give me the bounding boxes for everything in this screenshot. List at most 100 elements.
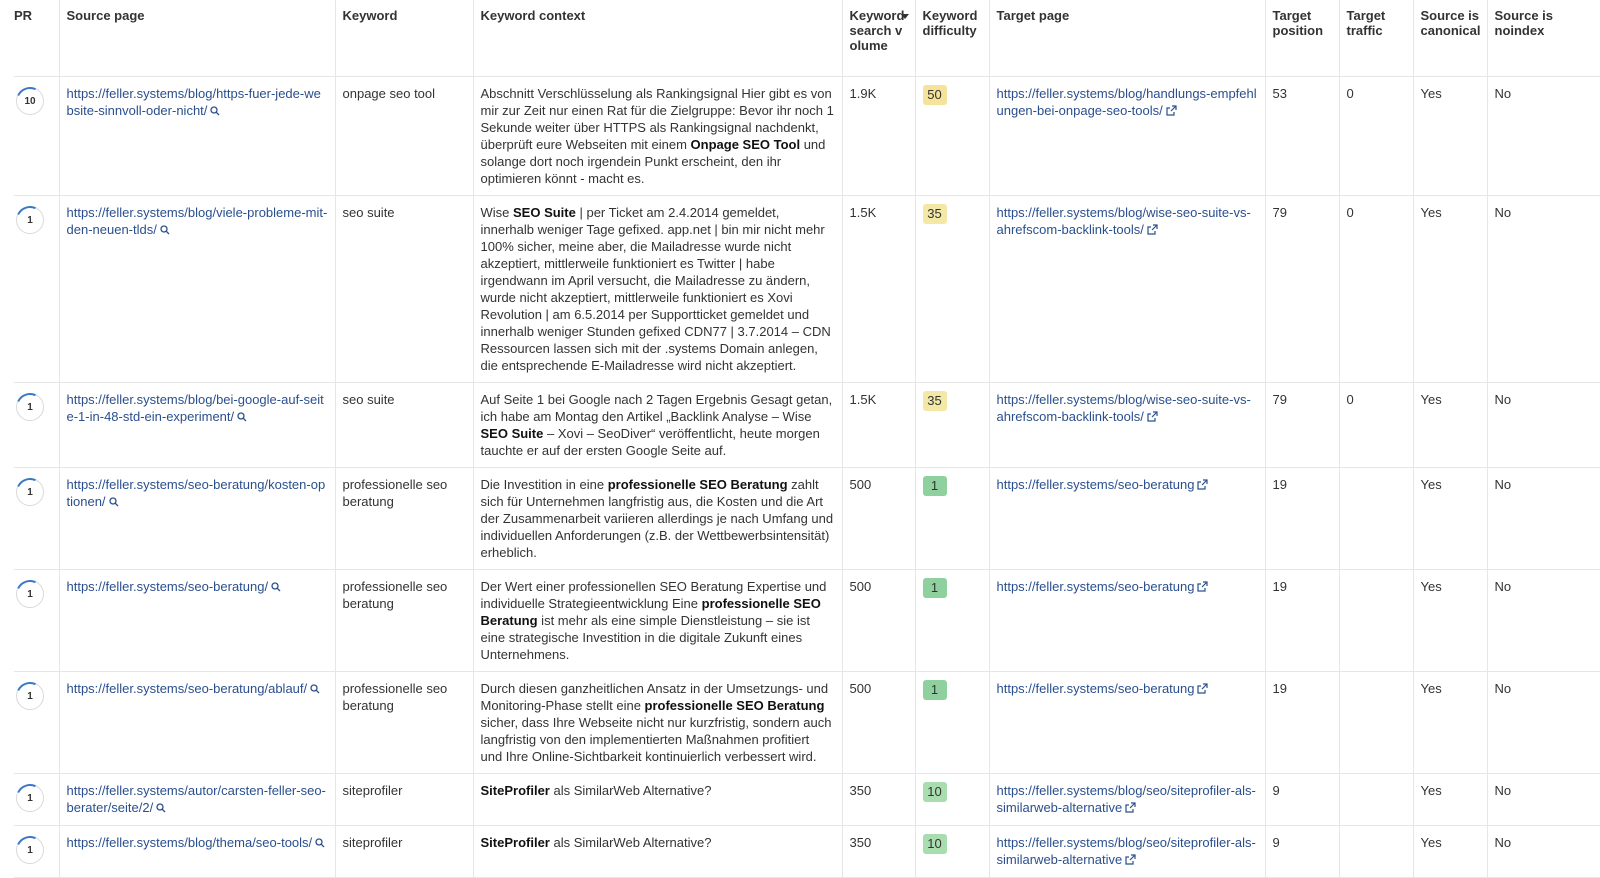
- keyword-text: siteprofiler: [342, 835, 403, 851]
- target-link[interactable]: https://feller.systems/seo-beratung: [997, 681, 1195, 696]
- position-value: 19: [1272, 477, 1287, 492]
- pr-cell: 1: [12, 382, 59, 468]
- canonical-value: Yes: [1420, 783, 1442, 798]
- external-link-icon[interactable]: [1197, 477, 1209, 494]
- difficulty-cell: 1: [914, 467, 989, 570]
- col-volume-header[interactable]: Keyword search volume: [841, 0, 915, 77]
- target-cell: https://feller.systems/seo-beratung: [988, 671, 1265, 774]
- keyword-highlight: SiteProfiler: [480, 835, 550, 851]
- canonical-value: Yes: [1420, 205, 1442, 220]
- search-icon[interactable]: [160, 222, 170, 239]
- noindex-value: No: [1494, 205, 1512, 220]
- external-link-icon[interactable]: [1147, 222, 1158, 239]
- target-link[interactable]: https://feller.systems/blog/handlungs-em…: [997, 86, 1257, 118]
- pr-progress-arc: [12, 389, 48, 425]
- keyword-cell: professionelle seo beratung: [334, 467, 473, 570]
- col-canonical-header[interactable]: Source is canonical: [1412, 0, 1487, 77]
- col-context-header[interactable]: Keyword context: [472, 0, 842, 77]
- source-link[interactable]: https://feller.systems/blog/thema/seo-to…: [67, 835, 313, 850]
- col-volume-label: Keyword search volume: [849, 8, 905, 53]
- search-icon[interactable]: [210, 103, 220, 120]
- pr-progress-arc: [12, 576, 48, 612]
- traffic-cell: [1338, 467, 1413, 570]
- context-text: Die Investition in eine: [480, 477, 608, 492]
- difficulty-cell: 10: [914, 773, 989, 827]
- difficulty-cell: 35: [914, 382, 989, 468]
- source-cell: https://feller.systems/seo-beratung/: [58, 569, 335, 672]
- context-cell: Der Wert einer professionellen SEO Berat…: [472, 569, 842, 672]
- pr-score: 1: [12, 832, 48, 869]
- canonical-cell: Yes: [1412, 825, 1487, 878]
- col-keyword-header[interactable]: Keyword: [334, 0, 473, 77]
- col-source-header[interactable]: Source page: [58, 0, 335, 77]
- col-position-header[interactable]: Target position: [1264, 0, 1339, 77]
- source-link[interactable]: https://feller.systems/seo-beratung/kost…: [67, 477, 326, 509]
- context-text: als SimilarWeb Alternative?: [549, 835, 712, 851]
- context-cell: SiteProfiler als SimilarWeb Alternative?: [472, 773, 842, 827]
- position-cell: 19: [1264, 569, 1339, 672]
- source-link[interactable]: https://feller.systems/autor/carsten-fel…: [67, 783, 326, 815]
- keyword-highlight: SEO Suite: [480, 426, 544, 441]
- sort-desc-icon[interactable]: [900, 14, 909, 19]
- volume-value: 500: [849, 681, 872, 696]
- pr-cell: 1: [12, 671, 59, 774]
- canonical-value: Yes: [1420, 392, 1442, 407]
- search-icon[interactable]: [108, 494, 119, 511]
- external-link-icon[interactable]: [1147, 409, 1158, 426]
- context-text: | per Ticket am 2.4.2014 gemeldet, inner…: [480, 205, 831, 373]
- noindex-value: No: [1494, 477, 1512, 492]
- source-link[interactable]: https://feller.systems/seo-beratung/abla…: [67, 681, 308, 696]
- target-link[interactable]: https://feller.systems/blog/wise-seo-sui…: [997, 205, 1251, 237]
- noindex-cell: No: [1486, 825, 1600, 878]
- target-cell: https://feller.systems/blog/handlungs-em…: [988, 76, 1265, 196]
- difficulty-cell: 10: [914, 825, 989, 878]
- noindex-value: No: [1494, 783, 1512, 798]
- search-icon[interactable]: [315, 835, 325, 852]
- external-link-icon[interactable]: [1197, 579, 1209, 596]
- col-traffic-header[interactable]: Target traffic: [1338, 0, 1413, 77]
- difficulty-badge: 50: [922, 85, 947, 105]
- source-link[interactable]: https://feller.systems/blog/https-fuer-j…: [67, 86, 321, 118]
- search-icon[interactable]: [271, 579, 281, 596]
- external-link-icon[interactable]: [1166, 103, 1177, 120]
- pr-progress-arc: [12, 780, 48, 816]
- difficulty-badge: 1: [922, 578, 947, 598]
- context-text: Auf Seite 1 bei Google nach 2 Tagen Erge…: [480, 392, 833, 424]
- external-link-icon[interactable]: [1125, 800, 1136, 817]
- source-link[interactable]: https://feller.systems/blog/bei-google-a…: [67, 392, 324, 424]
- volume-cell: 500: [841, 569, 915, 672]
- search-icon[interactable]: [156, 800, 166, 817]
- position-value: 9: [1272, 783, 1280, 798]
- target-link[interactable]: https://feller.systems/seo-beratung: [997, 579, 1195, 594]
- search-icon[interactable]: [310, 681, 320, 698]
- source-cell: https://feller.systems/blog/bei-google-a…: [58, 382, 335, 468]
- col-pr-header[interactable]: PR: [14, 0, 59, 77]
- traffic-cell: [1338, 825, 1413, 878]
- canonical-value: Yes: [1420, 681, 1442, 696]
- pr-cell: 1: [12, 467, 59, 570]
- search-icon[interactable]: [237, 409, 247, 426]
- position-value: 53: [1272, 86, 1287, 101]
- position-value: 79: [1272, 392, 1287, 407]
- col-target-header[interactable]: Target page: [988, 0, 1265, 77]
- difficulty-cell: 50: [914, 76, 989, 196]
- position-cell: 19: [1264, 467, 1339, 570]
- target-link[interactable]: https://feller.systems/seo-beratung: [997, 477, 1195, 492]
- target-link[interactable]: https://feller.systems/blog/wise-seo-sui…: [997, 392, 1251, 424]
- pr-score: 1: [12, 780, 48, 816]
- target-cell: https://feller.systems/blog/wise-seo-sui…: [988, 382, 1265, 468]
- col-difficulty-header[interactable]: Keyword difficulty: [914, 0, 989, 77]
- source-link[interactable]: https://feller.systems/seo-beratung/: [67, 579, 269, 594]
- canonical-cell: Yes: [1412, 569, 1487, 672]
- col-noindex-header[interactable]: Source is noindex: [1486, 0, 1600, 77]
- source-link[interactable]: https://feller.systems/blog/viele-proble…: [67, 205, 328, 237]
- external-link-icon[interactable]: [1197, 681, 1209, 698]
- canonical-cell: Yes: [1412, 671, 1487, 774]
- traffic-cell: 0: [1338, 76, 1413, 196]
- source-cell: https://feller.systems/blog/thema/seo-to…: [58, 825, 335, 878]
- volume-value: 500: [849, 477, 872, 492]
- traffic-cell: 0: [1338, 382, 1413, 468]
- keyword-highlight: SiteProfiler: [480, 783, 550, 798]
- context-cell: Abschnitt Verschlüsselung als Rankingsig…: [472, 76, 842, 196]
- difficulty-badge: 35: [922, 391, 947, 411]
